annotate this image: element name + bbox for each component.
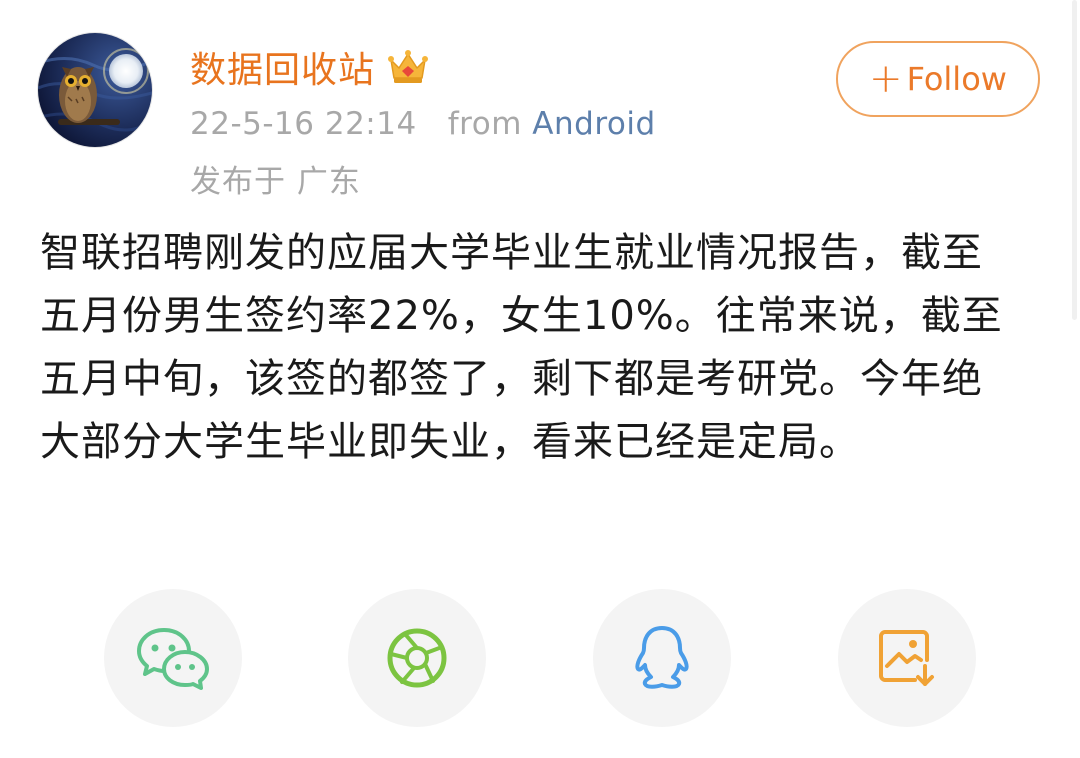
username-row: 数据回收站 <box>190 42 429 92</box>
qq-icon <box>635 626 689 689</box>
follow-button[interactable]: + Follow <box>836 41 1040 117</box>
moments-icon <box>387 628 447 688</box>
share-qq-button[interactable] <box>593 589 731 727</box>
crown-icon <box>387 46 429 88</box>
wechat-icon <box>137 628 209 690</box>
follow-label: Follow <box>906 60 1007 98</box>
plus-icon: + <box>869 56 903 102</box>
from-label: from <box>447 106 522 142</box>
save-image-button[interactable] <box>838 589 976 727</box>
save-image-icon <box>879 630 934 686</box>
share-wechat-button[interactable] <box>104 589 242 727</box>
location: 发布于 广东 <box>190 164 361 200</box>
weibo-post: 数据回收站 22-5-16 22:14 from Android 发布于 广东 … <box>0 0 1080 758</box>
post-content: 智联招聘刚发的应届大学毕业生就业情况报告，截至五月份男生签约率22%，女生10%… <box>40 230 1003 465</box>
scrollbar[interactable] <box>1072 0 1077 320</box>
username[interactable]: 数据回收站 <box>190 41 375 93</box>
avatar[interactable] <box>38 33 152 147</box>
post-meta: 22-5-16 22:14 from Android <box>190 106 656 142</box>
owl-avatar-image <box>38 33 152 147</box>
source-link[interactable]: Android <box>532 106 655 142</box>
share-moments-button[interactable] <box>348 589 486 727</box>
timestamp: 22-5-16 22:14 <box>190 106 417 142</box>
